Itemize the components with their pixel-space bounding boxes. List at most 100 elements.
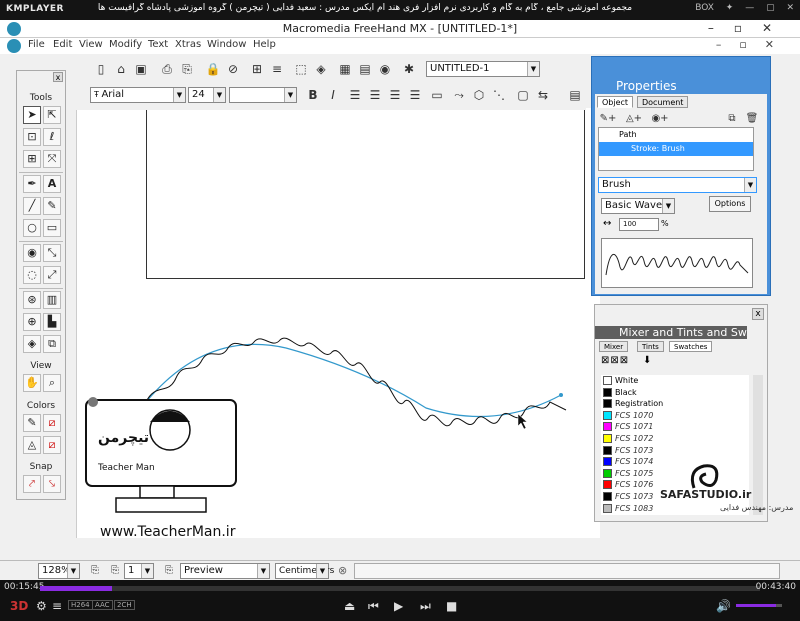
options-button[interactable]: Options	[709, 196, 751, 212]
justify-icon[interactable]: ☰	[406, 86, 424, 104]
swatch-list-scrollbar[interactable]	[753, 375, 763, 515]
text-effects-icon[interactable]: ⋱	[490, 86, 508, 104]
page-select[interactable]: 1 ▼	[124, 563, 154, 579]
snap-to-point-icon[interactable]: ⤤	[23, 475, 41, 493]
menu-edit[interactable]: Edit	[53, 39, 72, 50]
document-icon[interactable]	[7, 39, 21, 53]
chevron-down-icon[interactable]: ▼	[257, 564, 269, 578]
save-icon[interactable]: ▣	[132, 60, 150, 78]
swatches-close-button[interactable]: x	[752, 308, 764, 320]
connector-tool-icon[interactable]: ⤡	[43, 244, 61, 262]
width-input[interactable]: 100	[619, 218, 659, 231]
view-mode-select[interactable]: Preview ▼	[180, 563, 270, 579]
volume-slider[interactable]	[736, 604, 782, 607]
ellipse-tool-icon[interactable]: ○	[23, 219, 41, 237]
align-left-icon[interactable]: ☰	[346, 86, 364, 104]
page-tool-icon[interactable]: ⊡	[23, 128, 41, 146]
align-right-icon[interactable]: ☰	[386, 86, 404, 104]
freeform-tool-icon[interactable]: ◌	[23, 266, 41, 284]
chart-tool-icon[interactable]: ▥	[43, 291, 61, 309]
line-tool-icon[interactable]: ╱	[23, 197, 41, 215]
pencil-tool-icon[interactable]: ✎	[43, 197, 61, 215]
swatch-item[interactable]: White	[601, 375, 749, 387]
3d-icon[interactable]: 3D	[10, 599, 28, 613]
subselect-tool-icon[interactable]: ⇱	[43, 106, 61, 124]
new-document-icon[interactable]: ▯	[92, 60, 110, 78]
zoom-tool-icon[interactable]: ⌕	[43, 374, 61, 392]
fill-swatch-icon[interactable]: ⧄	[43, 436, 61, 454]
lasso-tool-icon[interactable]: ℓ	[43, 128, 61, 146]
pointer-tool-icon[interactable]: ➤	[23, 106, 41, 124]
tab-tints[interactable]: Tints	[637, 341, 664, 352]
swatch-item[interactable]: FCS 1075	[601, 468, 749, 480]
tree-item-stroke[interactable]: Stroke: Brush	[599, 142, 753, 156]
link-text-icon[interactable]: ⇆	[534, 86, 552, 104]
swatch-mode-icons[interactable]: ⊠⊠⊠	[601, 355, 629, 366]
swatch-item[interactable]: FCS 1073	[601, 445, 749, 457]
swatches-icon[interactable]: ▦	[336, 60, 354, 78]
chevron-down-icon[interactable]: ▼	[173, 88, 185, 102]
swatch-item[interactable]: Registration	[601, 398, 749, 410]
chevron-down-icon[interactable]: ▼	[316, 564, 328, 578]
chevron-down-icon[interactable]: ▼	[213, 88, 225, 102]
menu-modify[interactable]: Modify	[109, 39, 142, 50]
text-block-icon[interactable]: ▭	[428, 86, 446, 104]
stop-icon[interactable]: ■	[446, 599, 457, 613]
trash-icon[interactable]: 🗑	[743, 110, 761, 128]
italic-icon[interactable]: I	[324, 86, 342, 104]
document-page[interactable]	[146, 110, 585, 279]
attach-to-path-icon[interactable]: ⤳	[450, 86, 468, 104]
convert-to-paths-icon[interactable]: ▢	[514, 86, 532, 104]
styles-icon[interactable]: ⬚	[292, 60, 310, 78]
pin-icon[interactable]: ✦	[726, 3, 734, 13]
settings-gear-icon[interactable]: ⚙	[36, 599, 47, 613]
play-icon[interactable]: ▶	[394, 599, 403, 613]
align-icon[interactable]: ⊞	[248, 60, 266, 78]
spiral-tool-icon[interactable]: ◉	[23, 244, 41, 262]
font-size-select[interactable]: 24 ▼	[188, 87, 226, 103]
box-button[interactable]: BOX	[695, 3, 714, 13]
tab-mixer[interactable]: Mixer	[599, 341, 629, 352]
brush-select[interactable]: Basic Wave ▼	[601, 198, 675, 214]
lock-icon[interactable]: 🔒	[204, 60, 222, 78]
document-select[interactable]: UNTITLED-1 ▼	[426, 61, 540, 77]
duplicate-icon[interactable]: ⧉	[723, 110, 741, 128]
menu-help[interactable]: Help	[253, 39, 276, 50]
snap-to-grid-icon[interactable]: ⤥	[43, 475, 61, 493]
font-style-select[interactable]: ▼	[229, 87, 297, 103]
tab-swatches[interactable]: Swatches	[669, 341, 713, 352]
text-tool-icon[interactable]: A	[43, 175, 61, 193]
font-family-select[interactable]: Ŧ Arial ▼	[90, 87, 186, 103]
fill-add-icon[interactable]: ◬+	[625, 110, 643, 128]
chevron-down-icon[interactable]: ▼	[527, 62, 539, 76]
previous-icon[interactable]: ⏮	[368, 599, 379, 614]
tab-document[interactable]: Document	[637, 96, 689, 108]
flow-inside-path-icon[interactable]: ⬡	[470, 86, 488, 104]
symbols-icon[interactable]: ◈	[312, 60, 330, 78]
swatch-item[interactable]: FCS 1072	[601, 433, 749, 445]
minimize-icon[interactable]: —	[745, 3, 754, 13]
stroke-add-icon[interactable]: ✎+	[599, 110, 617, 128]
zoom-select[interactable]: 128% ▼	[38, 563, 80, 579]
fill-color-icon[interactable]: ◬	[23, 436, 41, 454]
swatch-menu-arrow-icon[interactable]: ⬇	[643, 355, 651, 366]
text-editor-icon[interactable]: ▤	[566, 86, 584, 104]
graph-tool-icon[interactable]: ▙	[43, 313, 61, 331]
close-icon[interactable]: ✕	[786, 3, 794, 13]
chevron-down-icon[interactable]: ▼	[284, 88, 296, 102]
align-center-icon[interactable]: ☰	[366, 86, 384, 104]
chevron-down-icon[interactable]: ▼	[744, 178, 756, 192]
stroke-type-select[interactable]: Brush ▼	[598, 177, 757, 193]
menu-file[interactable]: File	[28, 39, 45, 50]
scale-tool-icon[interactable]: ⊞	[23, 150, 41, 168]
open-icon[interactable]: ⌂	[112, 60, 130, 78]
menu-xtras[interactable]: Xtras	[175, 39, 201, 50]
volume-icon[interactable]: 🔊	[716, 599, 731, 613]
chevron-down-icon[interactable]: ▼	[67, 564, 79, 578]
menu-text[interactable]: Text	[148, 39, 168, 50]
import-icon[interactable]: ⎙	[158, 60, 176, 78]
distribute-icon[interactable]: ≡	[268, 60, 286, 78]
chevron-down-icon[interactable]: ▼	[662, 199, 674, 213]
rectangle-tool-icon[interactable]: ▭	[43, 219, 61, 237]
mixer-icon[interactable]: ◉	[376, 60, 394, 78]
